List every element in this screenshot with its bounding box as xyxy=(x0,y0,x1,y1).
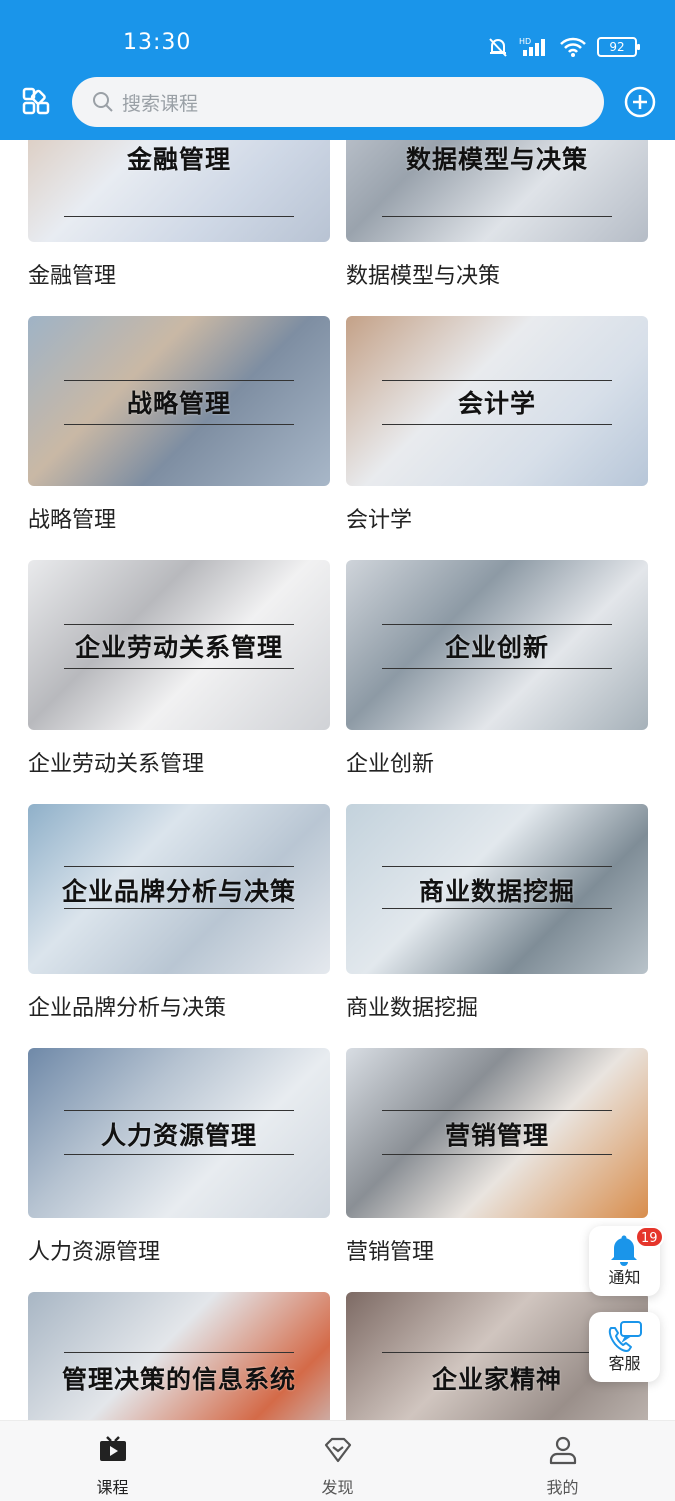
search-input[interactable]: 搜索课程 xyxy=(72,77,604,127)
course-title[interactable]: 人力资源管理 xyxy=(28,1234,160,1266)
course-card[interactable]: 企业创新 企业创新 xyxy=(346,560,648,804)
course-banner-title: 数据模型与决策 xyxy=(405,145,588,174)
course-thumbnail: 企业品牌分析与决策 xyxy=(28,804,330,974)
course-title[interactable]: 营销管理 xyxy=(346,1234,434,1266)
course-title[interactable]: 商业数据挖掘 xyxy=(346,990,478,1022)
course-thumbnail: 会计学 xyxy=(346,316,648,486)
add-icon[interactable] xyxy=(624,86,656,118)
app-header: 13:30 HD 92 搜索课程 xyxy=(0,0,675,140)
course-banner-title: 管理决策的信息系统 xyxy=(61,1365,296,1394)
course-card[interactable]: 商业数据挖掘 商业数据挖掘 xyxy=(346,804,648,1048)
nav-label: 我的 xyxy=(546,1478,579,1497)
course-card[interactable]: 数据模型与决策 数据模型与决策 xyxy=(346,140,648,316)
course-thumbnail: 企业劳动关系管理 xyxy=(28,560,330,730)
signal-icon: HD xyxy=(519,37,545,56)
play-board-icon xyxy=(100,1436,126,1461)
course-card[interactable]: 会计学 会计学 xyxy=(346,316,648,560)
course-title[interactable]: 企业劳动关系管理 xyxy=(28,746,204,778)
mute-bell-icon xyxy=(489,38,507,57)
course-thumbnail: 企业创新 xyxy=(346,560,648,730)
notification-button[interactable]: 19 通知 xyxy=(589,1226,664,1296)
course-thumbnail: 管理决策的信息系统 xyxy=(28,1292,330,1420)
bottom-nav: 课程 发现 我的 xyxy=(0,1420,675,1501)
course-list[interactable]: 金融管理 金融管理 数据模型与决策 数据模型与决策 战略管理 战略管理 会计学 … xyxy=(0,140,675,1420)
customer-service-button[interactable]: 客服 xyxy=(589,1312,660,1382)
course-banner-title: 人力资源管理 xyxy=(100,1121,257,1150)
course-thumbnail: 数据模型与决策 xyxy=(346,140,648,242)
search-icon xyxy=(93,92,113,112)
course-thumbnail: 战略管理 xyxy=(28,316,330,486)
course-title[interactable]: 企业创新 xyxy=(346,746,434,778)
course-title[interactable]: 企业品牌分析与决策 xyxy=(28,990,226,1022)
notification-badge: 19 xyxy=(635,1226,664,1248)
category-grid-icon[interactable] xyxy=(22,87,50,115)
nav-item-profile[interactable]: 我的 xyxy=(450,1421,675,1501)
nav-item-discover[interactable]: 发现 xyxy=(225,1421,450,1501)
course-banner-title: 营销管理 xyxy=(444,1121,549,1150)
battery-indicator: 92 xyxy=(597,37,640,57)
course-banner-title: 金融管理 xyxy=(126,145,231,174)
nav-label: 课程 xyxy=(96,1478,129,1497)
course-thumbnail: 金融管理 xyxy=(28,140,330,242)
course-title[interactable]: 会计学 xyxy=(346,502,412,534)
course-banner-title: 战略管理 xyxy=(126,389,231,418)
course-card[interactable]: 人力资源管理 人力资源管理 xyxy=(28,1048,330,1292)
nav-label: 发现 xyxy=(321,1478,354,1497)
customer-service-label: 客服 xyxy=(608,1354,641,1373)
course-title[interactable]: 数据模型与决策 xyxy=(346,258,500,290)
course-card[interactable]: 战略管理 战略管理 xyxy=(28,316,330,560)
search-placeholder: 搜索课程 xyxy=(122,92,199,115)
course-thumbnail: 人力资源管理 xyxy=(28,1048,330,1218)
course-title[interactable]: 金融管理 xyxy=(28,258,116,290)
course-thumbnail: 商业数据挖掘 xyxy=(346,804,648,974)
course-thumbnail: 营销管理 xyxy=(346,1048,648,1218)
status-icons: HD 92 xyxy=(487,32,640,62)
nav-item-courses[interactable]: 课程 xyxy=(0,1421,225,1501)
course-title[interactable]: 战略管理 xyxy=(28,502,116,534)
course-card[interactable]: 管理决策的信息系统 xyxy=(28,1292,330,1420)
course-banner-title: 企业品牌分析与决策 xyxy=(61,877,296,906)
person-icon xyxy=(549,1436,577,1465)
course-banner-title: 商业数据挖掘 xyxy=(418,877,575,906)
course-banner-title: 会计学 xyxy=(457,389,536,418)
svg-text:HD: HD xyxy=(519,37,531,46)
diamond-icon xyxy=(324,1437,352,1463)
course-card[interactable]: 企业劳动关系管理 企业劳动关系管理 xyxy=(28,560,330,804)
course-card[interactable]: 金融管理 金融管理 xyxy=(28,140,330,316)
status-time: 13:30 xyxy=(123,30,192,55)
notification-label: 通知 xyxy=(608,1268,641,1287)
course-banner-title: 企业创新 xyxy=(444,633,549,662)
course-banner-title: 企业劳动关系管理 xyxy=(74,633,283,662)
phone-chat-icon xyxy=(608,1321,642,1352)
course-card[interactable]: 企业品牌分析与决策 企业品牌分析与决策 xyxy=(28,804,330,1048)
wifi-icon xyxy=(560,37,586,57)
